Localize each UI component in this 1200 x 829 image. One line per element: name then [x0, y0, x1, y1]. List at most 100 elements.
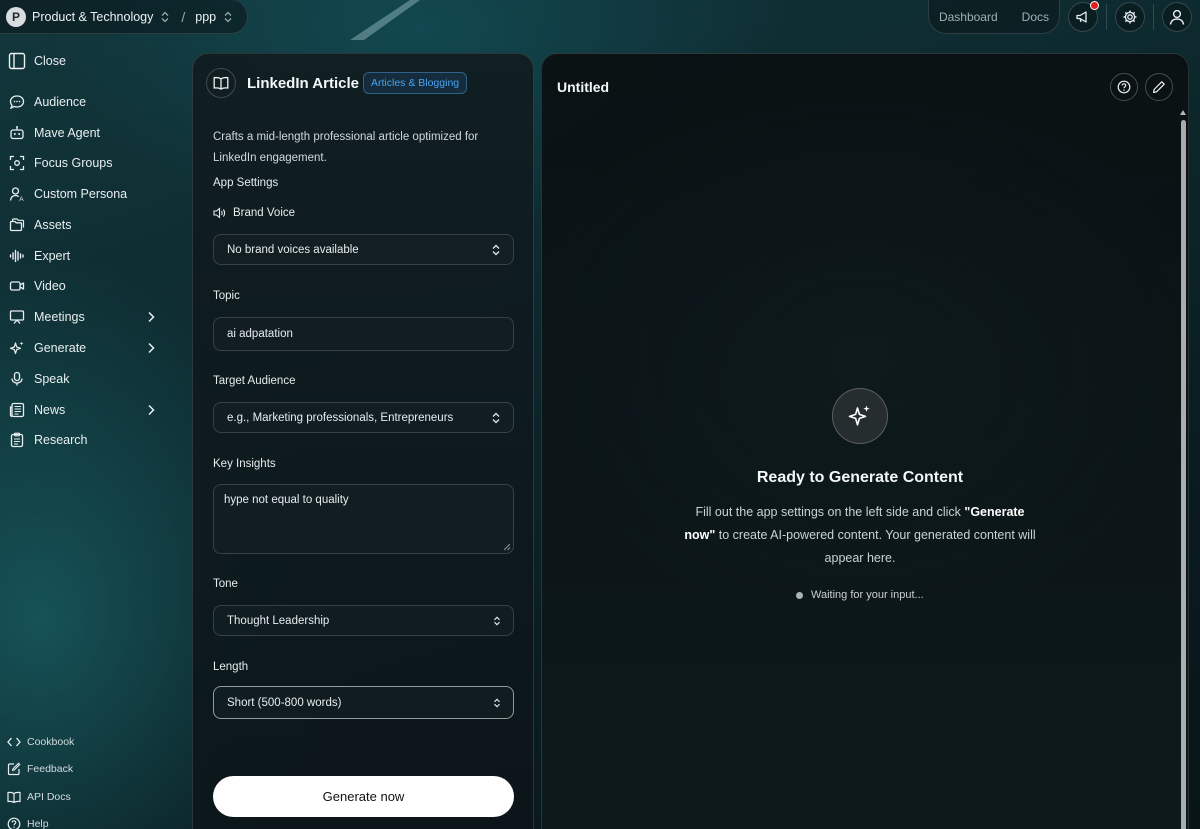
sidebar-item-label: Assets [34, 218, 72, 232]
target-audience-placeholder: e.g., Marketing professionals, Entrepren… [227, 411, 454, 424]
length-select[interactable]: Short (500-800 words) [213, 686, 514, 719]
settings-button[interactable] [1115, 2, 1145, 32]
waiting-text: Waiting for your input... [811, 589, 924, 601]
divider [1106, 4, 1107, 30]
persona-icon: A [8, 185, 26, 203]
sidebar-link-help[interactable]: Help [7, 816, 49, 829]
sidebar-item-focus-groups[interactable]: Focus Groups [8, 152, 164, 174]
key-insights-textarea[interactable]: hype not equal to quality [213, 484, 514, 554]
sidebar-item-label: Audience [34, 95, 87, 109]
sidebar-item-research[interactable]: Research [8, 429, 164, 451]
sidebar-item-label: Expert [34, 249, 71, 263]
speaker-icon [213, 207, 226, 219]
sidebar-panel-icon [8, 52, 26, 70]
chevron-updown-icon [492, 244, 500, 255]
sidebar-item-expert[interactable]: Expert [8, 245, 164, 267]
project-name[interactable]: ppp [195, 10, 216, 24]
app-settings-panel: LinkedIn Article Articles & Blogging Cra… [192, 53, 534, 829]
sidebar-item-generate[interactable]: Generate [8, 337, 164, 359]
sidebar-close-label: Close [34, 54, 66, 68]
key-insights-label: Key Insights [213, 458, 276, 470]
waiting-status: Waiting for your input... [796, 589, 924, 601]
key-insights-value: hype not equal to quality [224, 494, 349, 506]
empty-state-text: Fill out the app settings on the left si… [695, 505, 965, 519]
scroll-up-arrow-icon[interactable] [1180, 110, 1186, 115]
gear-icon [1123, 10, 1137, 24]
target-audience-select[interactable]: e.g., Marketing professionals, Entrepren… [213, 402, 514, 433]
chevron-right-icon[interactable] [144, 403, 158, 417]
edit-button[interactable] [1145, 73, 1173, 101]
sparkles-icon [848, 405, 870, 426]
chevron-updown-icon [494, 616, 500, 625]
divider [1153, 4, 1154, 30]
video-camera-icon [8, 277, 26, 295]
topic-value: ai adpatation [227, 328, 293, 340]
workspace-avatar: P [6, 6, 26, 27]
sidebar-item-label: Speak [34, 372, 70, 386]
generate-now-button[interactable]: Generate now [213, 776, 514, 817]
sidebar-item-video[interactable]: Video [8, 275, 164, 297]
pencil-icon [1153, 81, 1165, 93]
megaphone-icon [1076, 11, 1087, 23]
chevron-updown-icon[interactable] [159, 11, 171, 23]
sidebar-item-assets[interactable]: Assets [8, 214, 164, 236]
chevron-right-icon[interactable] [144, 310, 158, 324]
sidebar-item-label: Meetings [34, 310, 85, 324]
empty-state-text: to create AI-powered content. Your gener… [715, 528, 1036, 565]
code-brackets-icon [7, 736, 21, 748]
sidebar-link-label: Feedback [27, 763, 74, 775]
sidebar-item-label: News [34, 403, 66, 417]
sidebar: Close Audience Mave Agent Focus Groups A… [0, 40, 170, 829]
presentation-icon [8, 308, 26, 326]
sidebar-item-meetings[interactable]: Meetings [8, 306, 164, 328]
user-icon [1169, 9, 1185, 25]
sidebar-link-label: Help [27, 818, 49, 829]
sidebar-item-label: Focus Groups [34, 156, 113, 170]
announcements-button[interactable] [1068, 1, 1099, 32]
open-book-icon [213, 76, 229, 90]
sidebar-item-news[interactable]: News [8, 399, 164, 421]
sidebar-item-speak[interactable]: Speak [8, 368, 164, 390]
sidebar-link-cookbook[interactable]: Cookbook [7, 734, 74, 750]
sidebar-close-button[interactable]: Close [8, 50, 164, 72]
top-nav: Dashboard Docs [927, 0, 1060, 34]
sidebar-link-api-docs[interactable]: API Docs [7, 789, 71, 805]
scrollbar-thumb[interactable] [1181, 120, 1186, 829]
sidebar-item-custom-persona[interactable]: A Custom Persona [8, 183, 164, 205]
sidebar-item-audience[interactable]: Audience [8, 91, 164, 113]
chevron-updown-icon [492, 412, 500, 423]
top-bar: P Product & Technology / ppp Dashboard D… [0, 0, 1200, 34]
chevron-updown-icon [494, 698, 500, 707]
generate-placeholder-icon [832, 388, 888, 444]
settings-heading: App Settings [213, 177, 279, 189]
chevron-right-icon[interactable] [144, 341, 158, 355]
robot-icon [8, 124, 26, 142]
clipboard-icon [8, 431, 26, 449]
profile-button[interactable] [1162, 2, 1192, 32]
topic-input[interactable]: ai adpatation [213, 317, 514, 351]
category-badge: Articles & Blogging [363, 72, 468, 94]
sidebar-item-label: Generate [34, 341, 87, 355]
length-label: Length [213, 661, 249, 673]
help-circle-icon [1117, 80, 1131, 94]
tone-value: Thought Leadership [227, 614, 330, 627]
sidebar-link-feedback[interactable]: Feedback [7, 761, 73, 777]
nav-docs-link[interactable]: Docs [1022, 10, 1049, 24]
tone-select[interactable]: Thought Leadership [213, 605, 514, 636]
workspace-switcher[interactable]: P Product & Technology / ppp [0, 0, 248, 34]
sidebar-item-mave-agent[interactable]: Mave Agent [8, 122, 164, 144]
sidebar-item-label: Video [34, 279, 66, 293]
help-button[interactable] [1110, 73, 1138, 101]
workspace-name[interactable]: Product & Technology [32, 10, 153, 24]
edit-square-icon [7, 762, 21, 776]
resize-handle-icon[interactable] [503, 543, 511, 551]
nav-dashboard-link[interactable]: Dashboard [939, 10, 998, 24]
newspaper-icon [8, 401, 26, 419]
sidebar-link-label: Cookbook [27, 736, 75, 748]
document-title[interactable]: Untitled [557, 79, 609, 95]
topic-label: Topic [213, 290, 240, 302]
brand-voice-select[interactable]: No brand voices available [213, 234, 514, 265]
chevron-updown-icon[interactable] [222, 11, 234, 23]
brand-voice-value: No brand voices available [227, 243, 359, 256]
top-right-controls: Dashboard Docs [927, 0, 1200, 34]
